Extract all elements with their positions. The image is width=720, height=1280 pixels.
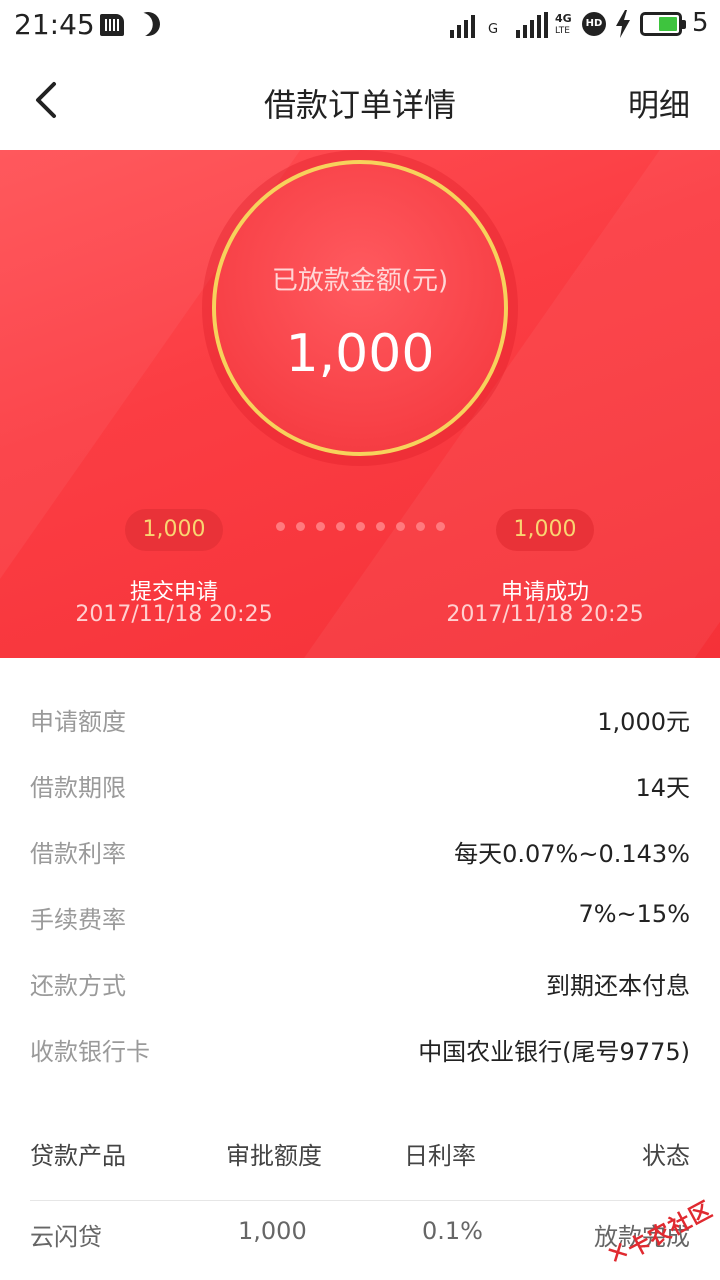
info-value: 中国农业银行(尾号9775) — [418, 1038, 690, 1066]
table-cell: 0.1% — [422, 1217, 483, 1245]
signal-icon-2 — [516, 12, 548, 38]
table-header-cell: 审批额度 — [226, 1142, 322, 1170]
charging-icon — [616, 10, 630, 38]
progress-dot — [276, 522, 285, 531]
progress-dot — [376, 522, 385, 531]
progress-dot — [436, 522, 445, 531]
page-title: 借款订单详情 — [263, 86, 456, 124]
network-type-label-3: LTE — [555, 26, 570, 36]
do-not-disturb-icon — [133, 9, 164, 40]
step-badge-submit: 1,000 — [125, 509, 223, 551]
amount-circle: 已放款金额(元) 1,000 — [212, 160, 508, 456]
info-row-bank-card: 收款银行卡 中国农业银行(尾号9775) — [30, 988, 690, 1066]
status-time: 21:45 — [14, 8, 95, 41]
nav-header: 借款订单详情 明细 — [0, 50, 720, 150]
watermark-text: 卡农社区 — [624, 1197, 718, 1263]
watermark: ✕ 卡农社区 — [584, 1172, 720, 1280]
battery-level: 5 — [692, 8, 709, 38]
signal-icon — [450, 12, 475, 38]
table-header-cell: 状态 — [642, 1142, 690, 1170]
step-time-submit: 2017/11/18 20:25 — [75, 602, 273, 627]
progress-dot — [356, 522, 365, 531]
hd-voice-icon: HD — [582, 12, 606, 36]
progress-dot — [336, 522, 345, 531]
progress-dot — [416, 522, 425, 531]
info-row-term: 借款期限 14天 — [30, 724, 690, 802]
info-row-amount: 申请额度 1,000元 — [30, 658, 690, 736]
step-time-success: 2017/11/18 20:25 — [446, 602, 644, 627]
table-cell: 云闪贷 — [30, 1223, 102, 1251]
progress-dot — [396, 522, 405, 531]
network-type-label: G — [488, 22, 499, 37]
info-row-repayment: 还款方式 到期还本付息 — [30, 922, 690, 1000]
sim-card-icon — [100, 14, 124, 36]
progress-dot — [316, 522, 325, 531]
product-table-header: 贷款产品 审批额度 日利率 状态 — [30, 1136, 690, 1186]
disbursed-amount-label: 已放款金额(元) — [271, 266, 449, 296]
table-header-cell: 日利率 — [404, 1142, 476, 1170]
status-bar: 21:45 G 4G LTE HD 5 — [0, 0, 720, 50]
detail-button[interactable]: 明细 — [628, 80, 690, 125]
loan-summary-hero: 已放款金额(元) 1,000 1,000 1,000 提交申请 2017/11/… — [0, 150, 720, 658]
table-cell: 1,000 — [238, 1217, 307, 1245]
info-label: 收款银行卡 — [30, 1038, 150, 1066]
info-row-fee: 手续费率 7%~15% — [30, 856, 690, 934]
progress-dot — [296, 522, 305, 531]
info-row-rate: 借款利率 每天0.07%~0.143% — [30, 790, 690, 868]
step-badge-success: 1,000 — [496, 509, 594, 551]
battery-icon — [640, 12, 686, 36]
table-header-cell: 贷款产品 — [30, 1142, 126, 1170]
disbursed-amount-value: 1,000 — [285, 324, 435, 384]
network-type-label-2: 4G — [555, 12, 572, 25]
